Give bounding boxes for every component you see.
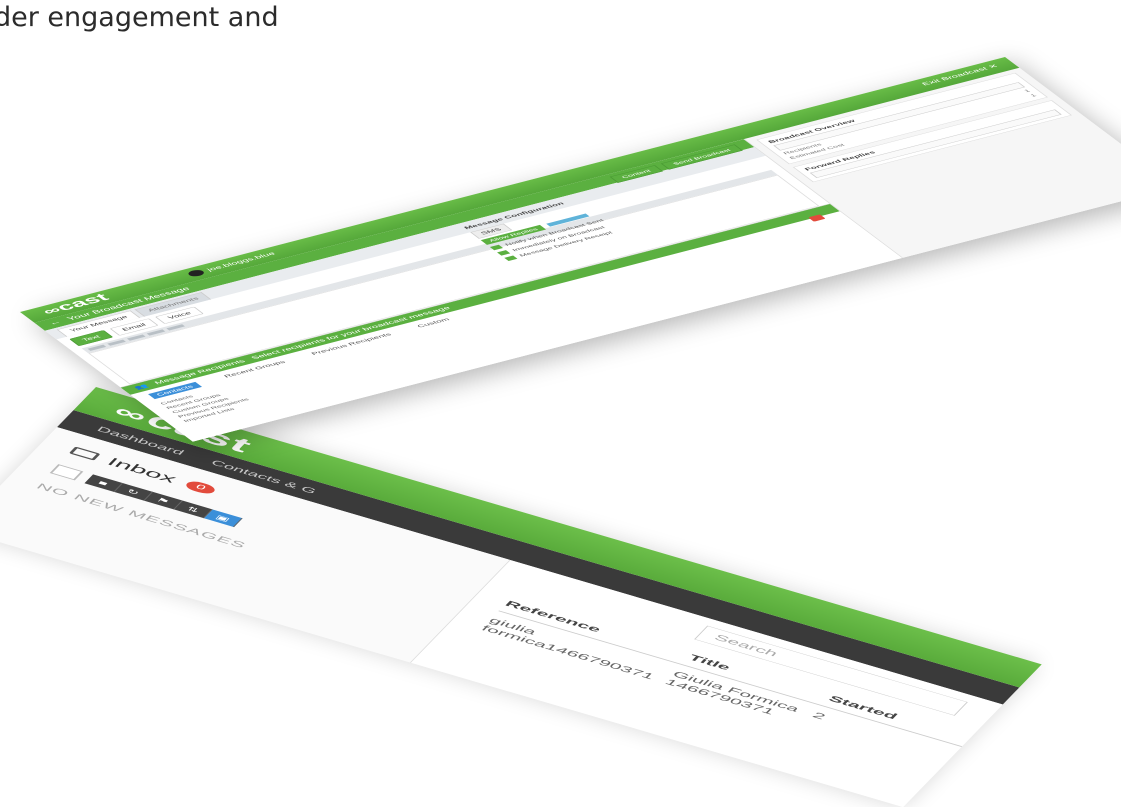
message-editor-panel: ← Your Broadcast Message Content Send Br…	[34, 138, 903, 442]
save-icon[interactable]: ▣	[204, 509, 243, 528]
broadcast-composer-screen: ∞cast joe.bloggs.blue Exit Broadcast ✕ ←…	[20, 57, 1121, 442]
back-arrow-icon[interactable]: ←	[47, 319, 64, 326]
overview-count: 1	[1029, 93, 1038, 98]
marketing-headline: der engagement and	[0, 2, 279, 33]
avatar	[185, 268, 207, 278]
composer-body: ← Your Broadcast Message Content Send Br…	[34, 67, 1121, 442]
inbox-tray-icon	[68, 446, 101, 461]
inbox-count-badge: 0	[182, 479, 219, 496]
overview-count: 1	[1022, 88, 1032, 93]
close-icon: ✕	[986, 63, 1001, 70]
inbox-dashboard-screen: ∞cast Dashboard Contacts & G Inbox 0 ■ ↻…	[0, 387, 1042, 807]
select-all-checkbox[interactable]	[49, 464, 84, 481]
